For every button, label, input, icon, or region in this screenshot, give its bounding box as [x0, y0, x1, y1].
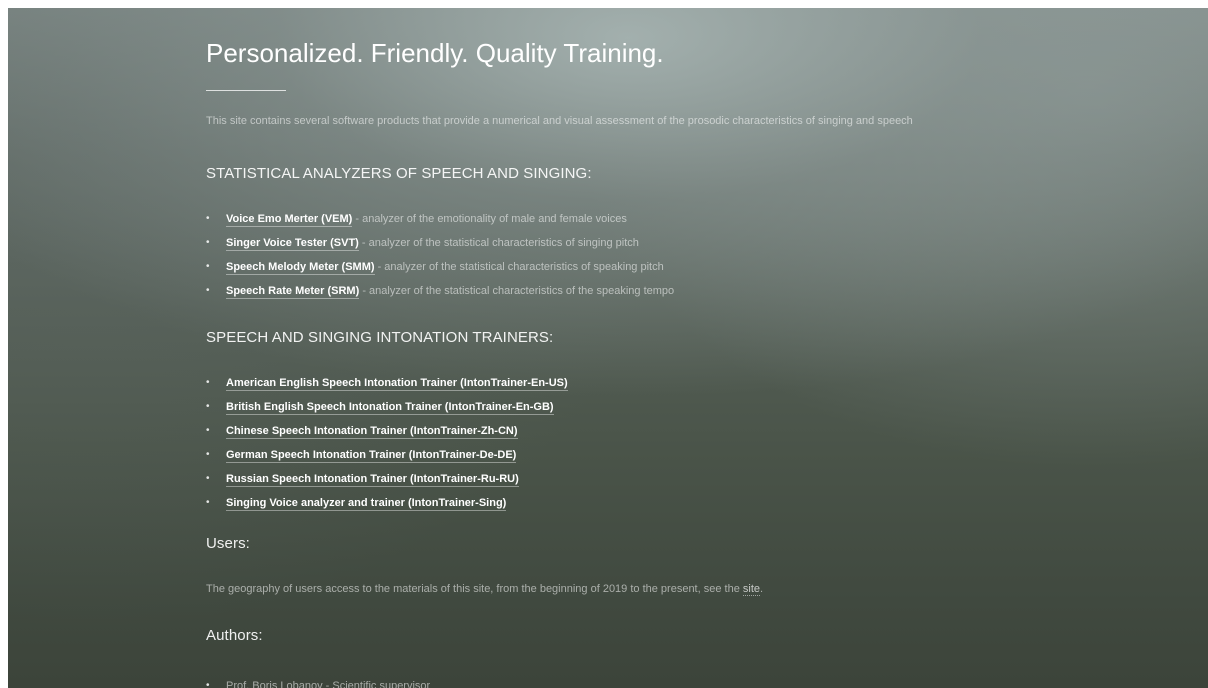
bullet-icon: • [206, 425, 210, 436]
trainer-ru-ru-link[interactable]: Russian Speech Intonation Trainer (Inton… [226, 473, 519, 487]
list-item: • Voice Emo Merter (VEM) - analyzer of t… [206, 207, 674, 231]
statistical-analyzers-list: • Voice Emo Merter (VEM) - analyzer of t… [206, 207, 674, 303]
list-item: • German Speech Intonation Trainer (Into… [206, 443, 568, 467]
title-divider [206, 90, 286, 91]
list-item: • Prof. Boris Lobanov - Scientific super… [206, 674, 430, 688]
list-item: • Singing Voice analyzer and trainer (In… [206, 491, 568, 515]
trainer-en-us-link[interactable]: American English Speech Intonation Train… [226, 377, 568, 391]
trainer-zh-cn-link[interactable]: Chinese Speech Intonation Trainer (Inton… [226, 425, 518, 439]
bullet-icon: • [206, 377, 210, 388]
item-description: - analyzer of the statistical characteri… [359, 285, 675, 297]
trainer-de-de-link[interactable]: German Speech Intonation Trainer (IntonT… [226, 449, 517, 463]
users-text-after: . [760, 583, 764, 595]
authors-list: • Prof. Boris Lobanov - Scientific super… [206, 674, 430, 688]
srm-link[interactable]: Speech Rate Meter (SRM) [226, 285, 360, 299]
statistical-analyzers-heading: STATISTICAL ANALYZERS OF SPEECH AND SING… [206, 165, 592, 182]
trainer-en-gb-link[interactable]: British English Speech Intonation Traine… [226, 401, 554, 415]
page-background: Personalized. Friendly. Quality Training… [8, 8, 1208, 688]
list-item: • Speech Rate Meter (SRM) - analyzer of … [206, 279, 674, 303]
svt-link[interactable]: Singer Voice Tester (SVT) [226, 237, 359, 251]
intonation-trainers-heading: SPEECH AND SINGING INTONATION TRAINERS: [206, 329, 554, 346]
trainer-sing-link[interactable]: Singing Voice analyzer and trainer (Into… [226, 497, 507, 511]
item-description: - analyzer of the emotionality of male a… [352, 213, 627, 225]
list-item: • Singer Voice Tester (SVT) - analyzer o… [206, 231, 674, 255]
list-item: • British English Speech Intonation Trai… [206, 395, 568, 419]
users-description: The geography of users access to the mat… [206, 583, 764, 596]
list-item: • American English Speech Intonation Tra… [206, 371, 568, 395]
list-item: • Speech Melody Meter (SMM) - analyzer o… [206, 255, 674, 279]
users-heading: Users: [206, 535, 250, 552]
users-site-link[interactable]: site [742, 583, 760, 596]
bullet-icon: • [206, 285, 210, 296]
bullet-icon: • [206, 261, 210, 272]
authors-heading: Authors: [206, 627, 263, 644]
page-title: Personalized. Friendly. Quality Training… [206, 38, 664, 68]
author-name: Prof. Boris Lobanov - Scientific supervi… [226, 680, 431, 688]
vem-link[interactable]: Voice Emo Merter (VEM) [226, 213, 353, 227]
users-text-before: The geography of users access to the mat… [206, 583, 743, 595]
bullet-icon: • [206, 401, 210, 412]
item-description: - analyzer of the statistical characteri… [358, 237, 639, 249]
list-item: • Russian Speech Intonation Trainer (Int… [206, 467, 568, 491]
bullet-icon: • [206, 680, 210, 688]
bullet-icon: • [206, 449, 210, 460]
list-item: • Chinese Speech Intonation Trainer (Int… [206, 419, 568, 443]
intonation-trainers-list: • American English Speech Intonation Tra… [206, 371, 568, 515]
item-description: - analyzer of the statistical characteri… [374, 261, 664, 273]
bullet-icon: • [206, 237, 210, 248]
bullet-icon: • [206, 213, 210, 224]
intro-text: This site contains several software prod… [206, 115, 913, 127]
bullet-icon: • [206, 473, 210, 484]
smm-link[interactable]: Speech Melody Meter (SMM) [226, 261, 375, 275]
bullet-icon: • [206, 497, 210, 508]
